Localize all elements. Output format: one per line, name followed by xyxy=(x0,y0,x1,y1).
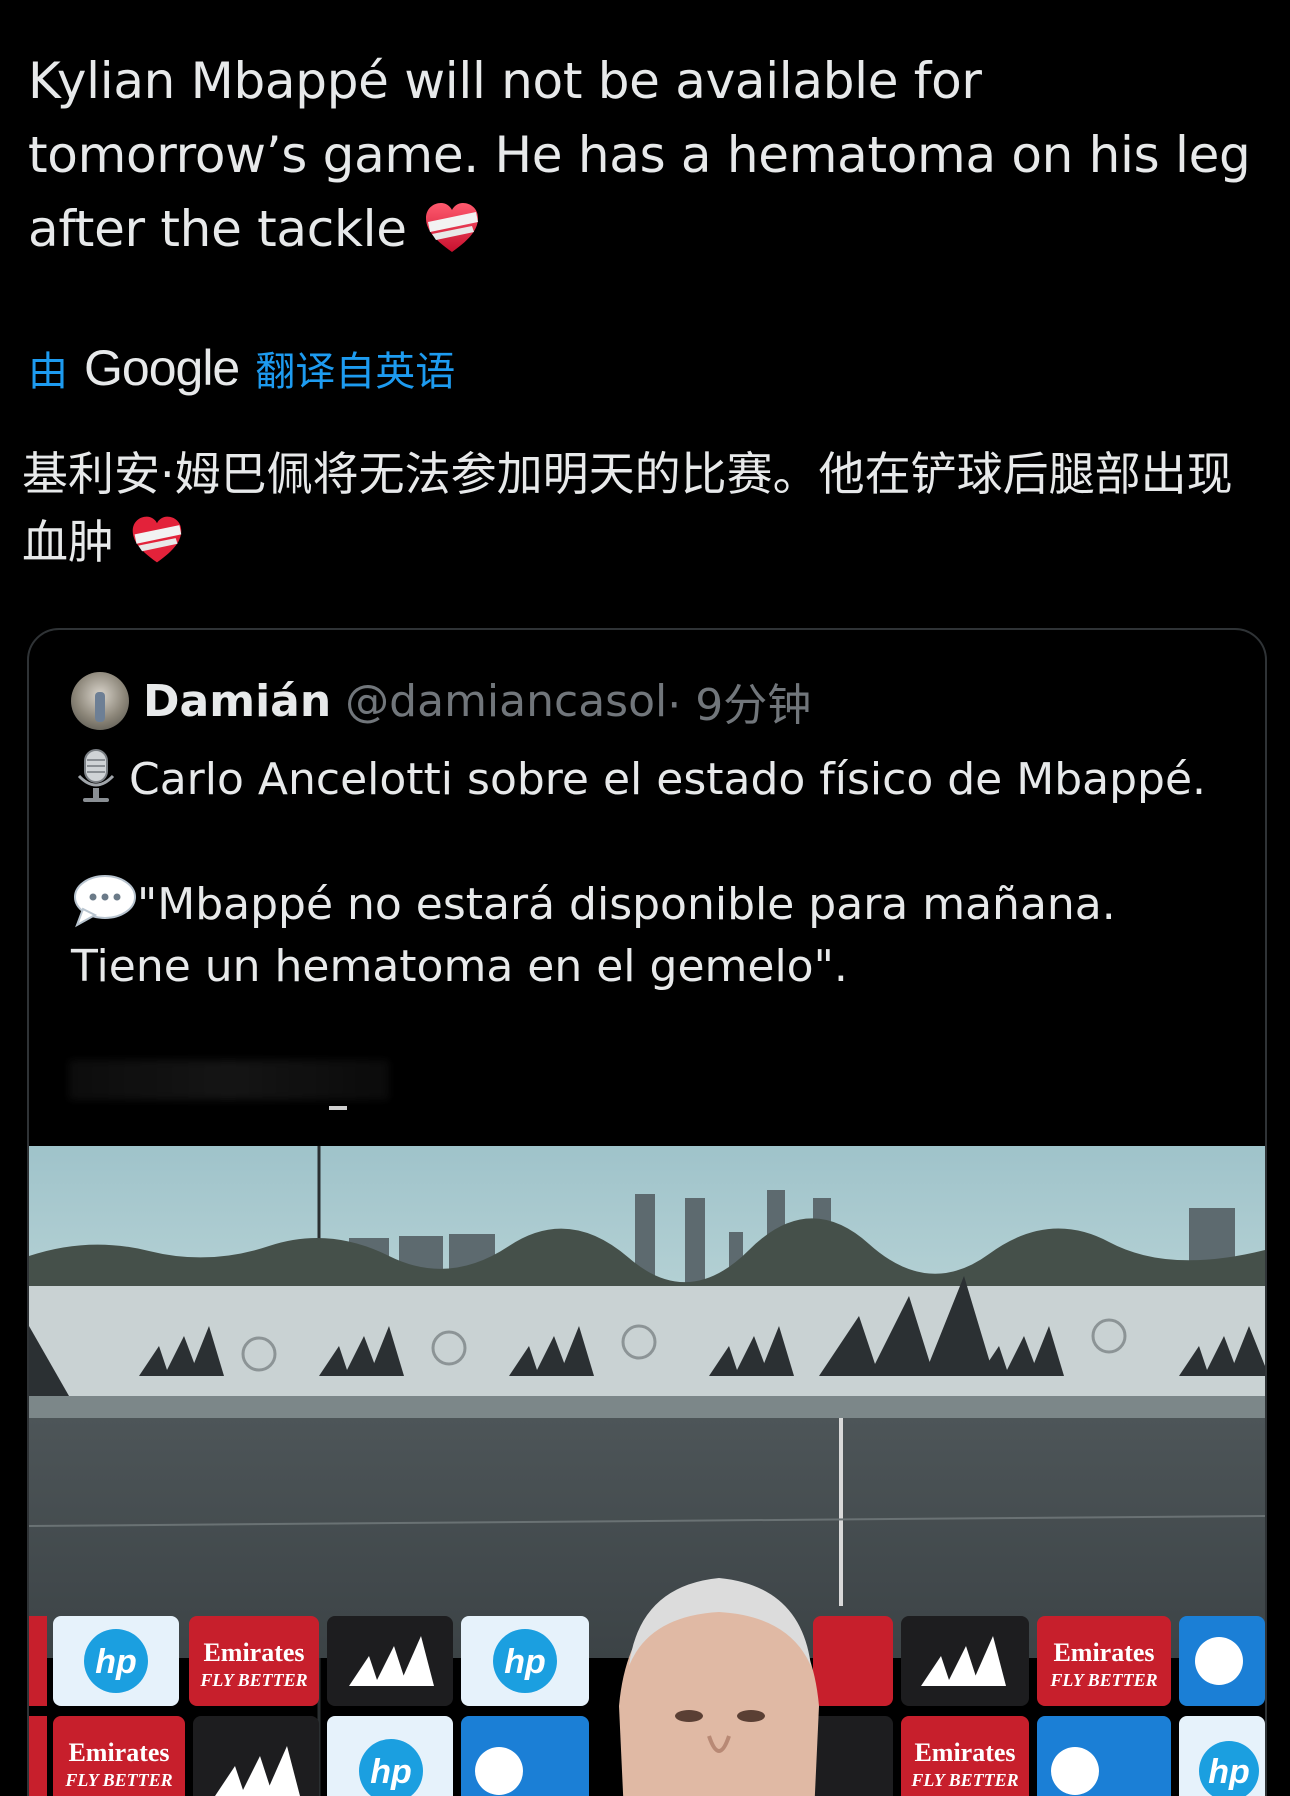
tweet-text: Kylian Mbappé will not be available for … xyxy=(28,44,1258,266)
quoted-line-2: "Mbappé no estará disponible para mañana… xyxy=(71,873,1231,998)
quoted-tweet-time: · 9分钟 xyxy=(667,680,812,731)
sponsor-board-text: FLY BETTER xyxy=(64,1770,172,1790)
sponsor-board-text: hp xyxy=(370,1753,412,1791)
blurred-caption xyxy=(69,1060,389,1100)
quoted-author-handle[interactable]: @damiancasol xyxy=(345,676,667,727)
sponsor-board-text: FLY BETTER xyxy=(1049,1670,1157,1690)
microphone-icon xyxy=(77,749,115,802)
press-conference-photo[interactable]: Emirates FLY BETTER Emirates FLY BETTER … xyxy=(29,1146,1265,1796)
sponsor-board-text: hp xyxy=(1208,1753,1250,1791)
quoted-line-1: Carlo Ancelotti sobre el estado físico d… xyxy=(71,748,1231,811)
quoted-line-2-text: "Mbappé no estará disponible para mañana… xyxy=(71,879,1116,992)
translation-attribution: 由 Google 翻译自英语 xyxy=(28,336,455,400)
translated-text-content: 基利安·姆巴佩将无法参加明天的比赛。他在铲球后腿部出现血肿 xyxy=(22,447,1233,569)
sponsor-board-text: Emirates xyxy=(68,1738,169,1767)
quoted-tweet-body: Carlo Ancelotti sobre el estado físico d… xyxy=(71,748,1231,998)
sponsor-board-text: hp xyxy=(95,1643,137,1681)
quoted-line-1-text: Carlo Ancelotti sobre el estado físico d… xyxy=(129,754,1207,805)
sponsor-board-text: FLY BETTER xyxy=(910,1770,1018,1790)
sponsor-board-text: hp xyxy=(504,1643,546,1681)
google-logo: Google xyxy=(84,340,240,396)
translated-text: 基利安·姆巴佩将无法参加明天的比赛。他在铲球后腿部出现血肿 xyxy=(22,440,1262,576)
caption-dash xyxy=(329,1106,347,1110)
speech-balloon-icon xyxy=(74,875,136,928)
quoted-tweet-header: Damián @damiancasol · 9分钟 xyxy=(71,670,811,732)
quoted-tweet-card[interactable]: Damián @damiancasol · 9分钟 Carlo Ancelott… xyxy=(27,628,1267,1796)
sponsor-board-text: Emirates xyxy=(203,1638,304,1667)
sponsor-board-text: Emirates xyxy=(1053,1638,1154,1667)
mending-heart-icon xyxy=(132,516,181,563)
translated-from-link[interactable]: 翻译自英语 xyxy=(255,339,455,397)
mending-heart-icon xyxy=(426,203,479,252)
quoted-author-name[interactable]: Damián xyxy=(143,676,331,727)
sponsor-board-text: Emirates xyxy=(914,1738,1015,1767)
sponsor-board-text: FLY BETTER xyxy=(199,1670,307,1690)
translate-by-label: 由 xyxy=(28,349,68,395)
tweet-text-content: Kylian Mbappé will not be available for … xyxy=(28,52,1251,258)
avatar[interactable] xyxy=(71,672,129,730)
